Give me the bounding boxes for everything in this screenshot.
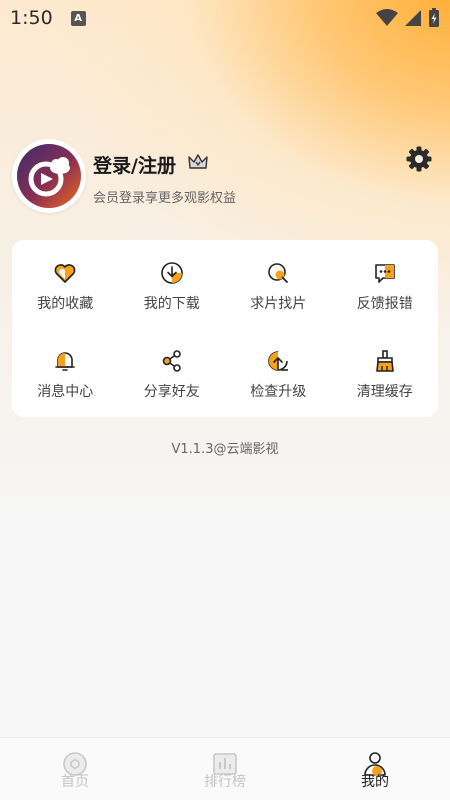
app-version: V1.1.3@云端影视 — [171, 442, 279, 457]
menu-label: 我的下载 — [143, 296, 200, 312]
tab-label: 首页 — [61, 774, 89, 790]
profile-subtitle: 会员登录享更多观影权益 — [93, 191, 237, 206]
menu-label: 检查升级 — [250, 384, 307, 400]
profile-header: 登录/注册 会员登录享更多观影权益 — [12, 139, 438, 215]
status-bar: 1:50 A — [0, 0, 450, 36]
search-film-icon — [265, 260, 291, 286]
menu-item-messages[interactable]: 消息中心 — [12, 328, 119, 417]
menu-label: 反馈报错 — [356, 296, 413, 312]
feedback-icon — [372, 260, 398, 286]
menu-item-downloads[interactable]: 我的下载 — [119, 240, 226, 328]
share-icon — [159, 348, 185, 374]
feature-menu: 我的收藏 我的下载 求片找片 反馈报错 消息中心 分享好友 检查升级 清理缓存 — [12, 240, 438, 417]
bell-icon — [52, 348, 78, 374]
tab-ranking[interactable]: 排行榜 — [150, 738, 300, 800]
menu-item-clear-cache[interactable]: 清理缓存 — [332, 328, 439, 417]
login-register-link[interactable]: 登录/注册 — [93, 151, 176, 178]
bottom-tab-bar: 首页 排行榜 我的 — [0, 737, 450, 800]
menu-item-feedback[interactable]: 反馈报错 — [332, 240, 439, 328]
favorite-heart-icon — [52, 260, 78, 286]
app-logo-icon — [17, 144, 81, 208]
clear-cache-icon — [372, 348, 398, 374]
status-indicators — [376, 8, 440, 28]
menu-label: 清理缓存 — [356, 384, 413, 400]
download-icon — [159, 260, 185, 286]
menu-label: 我的收藏 — [37, 296, 94, 312]
menu-item-request-film[interactable]: 求片找片 — [225, 240, 332, 328]
tab-mine[interactable]: 我的 — [300, 738, 450, 800]
status-time: 1:50 — [10, 7, 53, 29]
wifi-icon — [376, 9, 398, 26]
menu-item-check-update[interactable]: 检查升级 — [225, 328, 332, 417]
menu-item-share[interactable]: 分享好友 — [119, 328, 226, 417]
menu-label: 求片找片 — [250, 296, 307, 312]
tab-home[interactable]: 首页 — [0, 738, 150, 800]
vip-crown-icon — [188, 154, 208, 169]
battery-icon — [429, 8, 439, 27]
menu-item-favorites[interactable]: 我的收藏 — [12, 240, 119, 328]
tab-label: 排行榜 — [204, 774, 246, 790]
cellular-signal-icon — [405, 10, 421, 26]
upgrade-icon — [265, 348, 291, 374]
menu-label: 分享好友 — [143, 384, 200, 400]
menu-label: 消息中心 — [37, 384, 94, 400]
tab-label: 我的 — [361, 774, 389, 790]
settings-gear-icon[interactable] — [405, 145, 433, 173]
avatar[interactable] — [12, 139, 86, 213]
notification-app-icon: A — [70, 10, 86, 26]
